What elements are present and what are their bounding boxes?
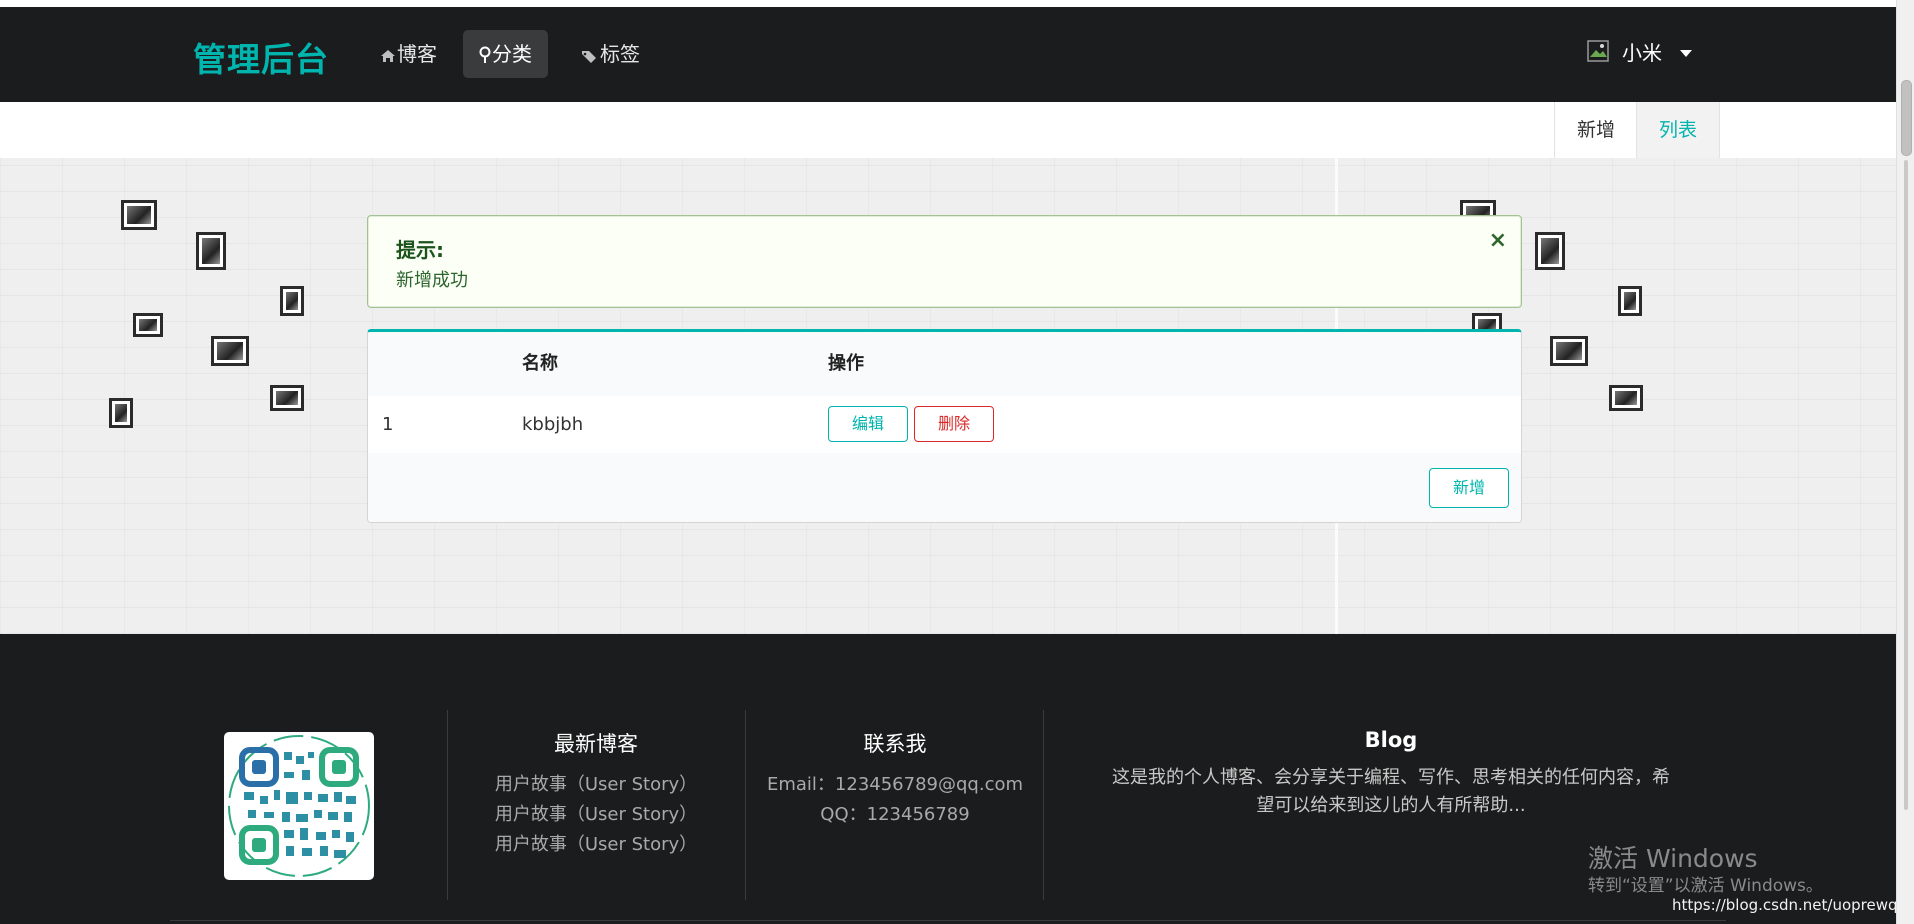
table-row: 1 kbbjbh 编辑 删除 [368, 396, 1521, 454]
scrollbar-track [1904, 160, 1908, 810]
footer-divider [1043, 710, 1044, 900]
alert-message: 新增成功 [396, 270, 468, 291]
top-border [0, 0, 1896, 7]
wall-frame [1535, 232, 1565, 270]
nav-item-blog[interactable]: 博客 [364, 30, 453, 78]
footer-email: Email：123456789@qq.com [766, 774, 1024, 795]
url-watermark: https://blog.csdn.net/uoprewqsm [1672, 896, 1914, 914]
nav-item-label: 博客 [397, 42, 437, 66]
footer-bottom-divider [170, 920, 1726, 921]
footer-blog-description: 这是我的个人博客、会分享关于编程、写作、思考相关的任何内容，希 [1112, 767, 1670, 788]
add-category-button[interactable]: 新增 [1429, 468, 1509, 508]
nav-item-tags[interactable]: 标签 [565, 30, 656, 78]
table-footer: 新增 [368, 453, 1521, 522]
broken-image-icon [1586, 39, 1612, 65]
footer-divider [745, 710, 746, 900]
footer-blog-link[interactable]: 用户故事（User Story） [478, 770, 714, 800]
footer-divider [447, 710, 448, 900]
wall-frame [211, 336, 249, 366]
footer-blog-about: Blog 这是我的个人博客、会分享关于编程、写作、思考相关的任何内容，希 望可以… [1058, 728, 1724, 820]
footer-contact: 联系我 Email：123456789@qq.com QQ：123456789 [760, 728, 1030, 830]
wall-frame [280, 286, 304, 316]
row-id: 1 [382, 414, 394, 435]
footer-latest-blogs: 最新博客 用户故事（User Story） 用户故事（User Story） 用… [478, 728, 714, 860]
vertical-scrollbar[interactable] [1896, 0, 1914, 924]
footer-latest-title: 最新博客 [554, 732, 638, 756]
windows-activation-watermark: 激活 Windows 转到“设置”以激活 Windows。 [1588, 844, 1823, 898]
footer-blog-description: 望可以给来到这儿的人有所帮助... [1256, 795, 1526, 816]
footer-qq: QQ：123456789 [820, 804, 970, 825]
category-table: 名称 操作 1 kbbjbh 编辑 删除 新增 [367, 329, 1522, 523]
qr-code-icon [228, 735, 370, 877]
edit-button[interactable]: 编辑 [828, 406, 908, 442]
submenu-list[interactable]: 列表 [1636, 102, 1721, 166]
table-header: 名称 操作 [368, 332, 1521, 397]
nav-item-category[interactable]: 分类 [463, 30, 548, 78]
footer-blog-link[interactable]: 用户故事（User Story） [478, 830, 714, 860]
footer-blog-link[interactable]: 用户故事（User Story） [478, 800, 714, 830]
wall-frame [109, 398, 133, 428]
chevron-down-icon [1680, 49, 1692, 57]
wall-frame [133, 313, 163, 337]
footer-contact-title: 联系我 [863, 732, 927, 756]
qr-code [224, 732, 374, 880]
sub-menu: 新增 列表 [0, 102, 1896, 166]
nav-item-label: 分类 [492, 42, 532, 66]
delete-button[interactable]: 删除 [914, 406, 994, 442]
top-navbar: 管理后台 博客 分类 标签 小米 [0, 7, 1896, 102]
scrollbar-thumb[interactable] [1901, 80, 1912, 156]
nav-item-label: 标签 [600, 42, 640, 66]
footer-blog-title: Blog [1364, 728, 1418, 752]
brand-title[interactable]: 管理后台 [193, 33, 329, 81]
watermark-subtitle: 转到“设置”以激活 Windows。 [1588, 876, 1823, 896]
home-icon [381, 50, 395, 62]
wall-frame [1618, 286, 1642, 316]
wall-frame [121, 200, 157, 230]
watermark-title: 激活 Windows [1588, 844, 1758, 873]
column-header-actions: 操作 [828, 353, 864, 374]
user-menu[interactable]: 小米 [1586, 37, 1692, 66]
submenu-new[interactable]: 新增 [1554, 102, 1637, 158]
alert-title: 提示: [396, 238, 444, 262]
wall-frame [270, 385, 304, 411]
row-name: kbbjbh [522, 414, 584, 435]
success-alert: 提示: 新增成功 × [367, 215, 1522, 308]
column-header-name: 名称 [522, 353, 558, 374]
wall-frame [1609, 385, 1643, 411]
tags-icon [582, 51, 596, 63]
map-pin-icon [479, 46, 491, 63]
wall-frame [1550, 336, 1588, 366]
user-name: 小米 [1622, 41, 1662, 65]
wall-frame [196, 232, 226, 270]
close-icon[interactable]: × [1489, 230, 1507, 252]
